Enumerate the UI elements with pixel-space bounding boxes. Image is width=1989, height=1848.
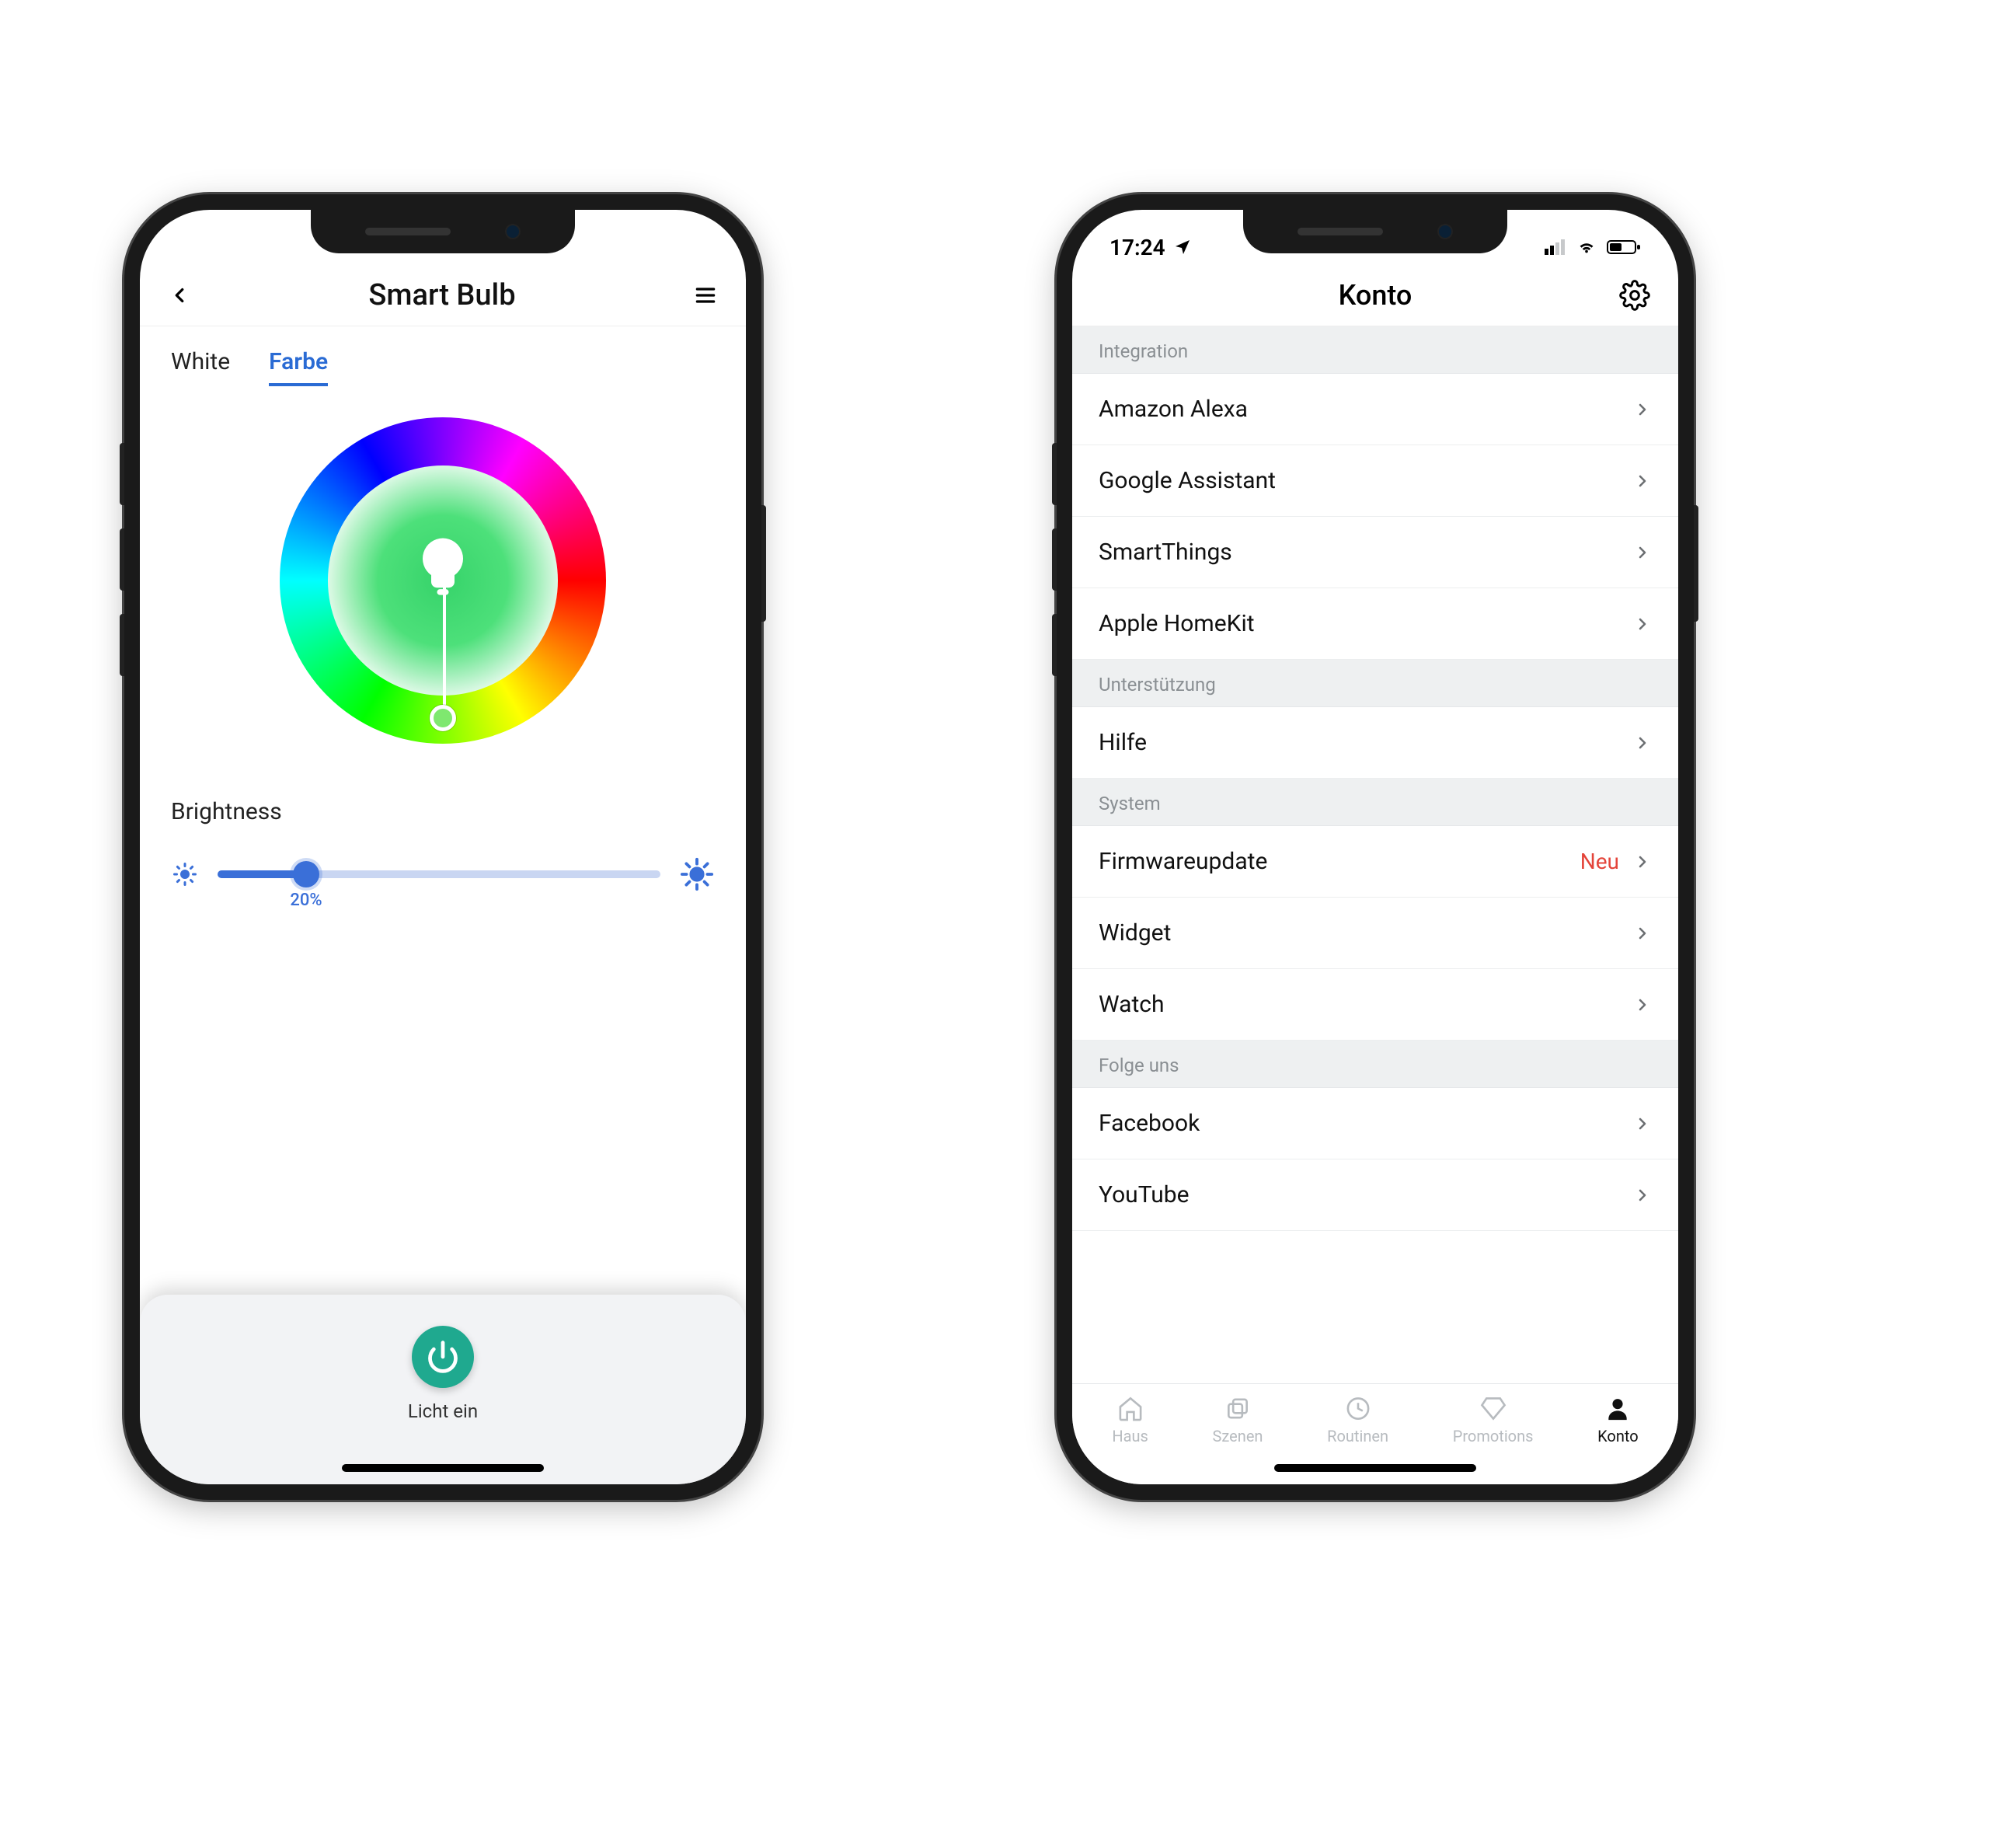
home-indicator[interactable] xyxy=(342,1464,544,1472)
speaker-grille xyxy=(365,228,451,235)
color-wheel[interactable] xyxy=(280,417,606,744)
section-follow-us: Folge uns xyxy=(1072,1041,1678,1088)
brightness-slider[interactable]: 20% xyxy=(218,870,660,878)
home-indicator[interactable] xyxy=(1274,1464,1476,1472)
sun-large-icon xyxy=(679,856,715,892)
person-icon xyxy=(1602,1395,1633,1422)
notch xyxy=(1243,210,1507,253)
wifi-icon xyxy=(1576,239,1597,256)
row-smartthings[interactable]: SmartThings xyxy=(1072,517,1678,588)
hamburger-icon xyxy=(693,283,718,308)
row-label: Apple HomeKit xyxy=(1099,610,1255,637)
section-support: Unterstützung xyxy=(1072,660,1678,707)
chevron-left-icon xyxy=(168,284,191,307)
brightness-section: Brightness 20% xyxy=(140,751,746,892)
tab-haus[interactable]: Haus xyxy=(1112,1395,1148,1445)
color-picker-stick xyxy=(443,581,446,705)
tab-label: Routinen xyxy=(1327,1427,1388,1445)
brightness-slider-thumb[interactable] xyxy=(293,861,319,887)
chevron-right-icon xyxy=(1633,853,1652,871)
row-label: SmartThings xyxy=(1099,539,1232,566)
tab-konto[interactable]: Konto xyxy=(1597,1395,1639,1445)
section-integration: Integration xyxy=(1072,326,1678,374)
brightness-low-icon[interactable] xyxy=(171,860,199,888)
row-firmware-update[interactable]: Firmwareupdate Neu xyxy=(1072,826,1678,898)
cellular-icon xyxy=(1545,239,1566,255)
chevron-right-icon xyxy=(1633,995,1652,1014)
tab-label: Promotions xyxy=(1453,1427,1534,1445)
chevron-right-icon xyxy=(1633,1186,1652,1205)
notch xyxy=(311,210,575,253)
brightness-label: Brightness xyxy=(171,798,715,825)
chevron-right-icon xyxy=(1633,400,1652,419)
clock-icon xyxy=(1343,1395,1374,1422)
row-help[interactable]: Hilfe xyxy=(1072,707,1678,779)
back-button[interactable] xyxy=(168,284,191,307)
row-label: YouTube xyxy=(1099,1181,1190,1208)
phone-frame-right: 17:24 Konto Integration Amazon Alexa Goo xyxy=(1057,194,1694,1500)
speaker-grille xyxy=(1298,228,1383,235)
chevron-right-icon xyxy=(1633,543,1652,562)
chevron-right-icon xyxy=(1633,472,1652,490)
page-title: Konto xyxy=(1339,279,1413,312)
brightness-high-icon[interactable] xyxy=(679,856,715,892)
row-label: Watch xyxy=(1099,991,1165,1018)
row-label: Hilfe xyxy=(1099,729,1147,756)
power-card: Licht ein xyxy=(140,1295,746,1484)
power-button[interactable] xyxy=(412,1326,474,1388)
row-label: Amazon Alexa xyxy=(1099,396,1248,423)
menu-button[interactable] xyxy=(693,283,718,308)
diamond-icon xyxy=(1478,1395,1509,1422)
smart-bulb-header: Smart Bulb xyxy=(140,264,746,326)
tab-szenen[interactable]: Szenen xyxy=(1213,1395,1263,1445)
row-youtube[interactable]: YouTube xyxy=(1072,1159,1678,1231)
color-mode-tabs: White Farbe xyxy=(140,326,746,394)
status-time: 17:24 xyxy=(1109,235,1165,260)
tab-routinen[interactable]: Routinen xyxy=(1327,1395,1388,1445)
chevron-right-icon xyxy=(1633,924,1652,943)
color-picker-handle[interactable] xyxy=(430,705,456,731)
screen-account: 17:24 Konto Integration Amazon Alexa Goo xyxy=(1072,210,1678,1484)
tab-white[interactable]: White xyxy=(171,348,230,386)
settings-button[interactable] xyxy=(1619,280,1650,311)
power-icon xyxy=(426,1340,460,1374)
row-watch[interactable]: Watch xyxy=(1072,969,1678,1041)
power-label: Licht ein xyxy=(408,1400,478,1422)
row-facebook[interactable]: Facebook xyxy=(1072,1088,1678,1159)
chevron-right-icon xyxy=(1633,615,1652,633)
screen-smart-bulb: Smart Bulb White Farbe Brightness xyxy=(140,210,746,1484)
color-wheel-area xyxy=(140,394,746,751)
sun-small-icon xyxy=(171,860,199,888)
account-list[interactable]: Integration Amazon Alexa Google Assistan… xyxy=(1072,326,1678,1484)
chevron-right-icon xyxy=(1633,1114,1652,1133)
brightness-slider-row: 20% xyxy=(171,856,715,892)
location-arrow-icon xyxy=(1173,238,1192,256)
row-label: Widget xyxy=(1099,919,1171,947)
gear-icon xyxy=(1619,280,1650,311)
tab-promotions[interactable]: Promotions xyxy=(1453,1395,1534,1445)
tab-label: Szenen xyxy=(1213,1427,1263,1445)
page-title: Smart Bulb xyxy=(368,278,515,312)
scenes-icon xyxy=(1222,1395,1253,1422)
tab-color[interactable]: Farbe xyxy=(269,348,328,386)
front-camera xyxy=(505,224,521,239)
row-widget[interactable]: Widget xyxy=(1072,898,1678,969)
row-label: Google Assistant xyxy=(1099,467,1276,494)
tab-label: Haus xyxy=(1112,1427,1148,1445)
brightness-value: 20% xyxy=(290,891,322,910)
section-system: System xyxy=(1072,779,1678,826)
phone-frame-left: Smart Bulb White Farbe Brightness xyxy=(124,194,761,1500)
chevron-right-icon xyxy=(1633,734,1652,752)
row-apple-homekit[interactable]: Apple HomeKit xyxy=(1072,588,1678,660)
status-badge-new: Neu xyxy=(1580,849,1619,874)
row-label: Facebook xyxy=(1099,1110,1200,1137)
home-icon xyxy=(1115,1395,1146,1422)
row-google-assistant[interactable]: Google Assistant xyxy=(1072,445,1678,517)
front-camera xyxy=(1437,224,1453,239)
tab-label: Konto xyxy=(1597,1427,1639,1445)
account-header: Konto xyxy=(1072,264,1678,326)
battery-icon xyxy=(1607,239,1641,256)
row-label: Firmwareupdate xyxy=(1099,848,1267,875)
row-amazon-alexa[interactable]: Amazon Alexa xyxy=(1072,374,1678,445)
